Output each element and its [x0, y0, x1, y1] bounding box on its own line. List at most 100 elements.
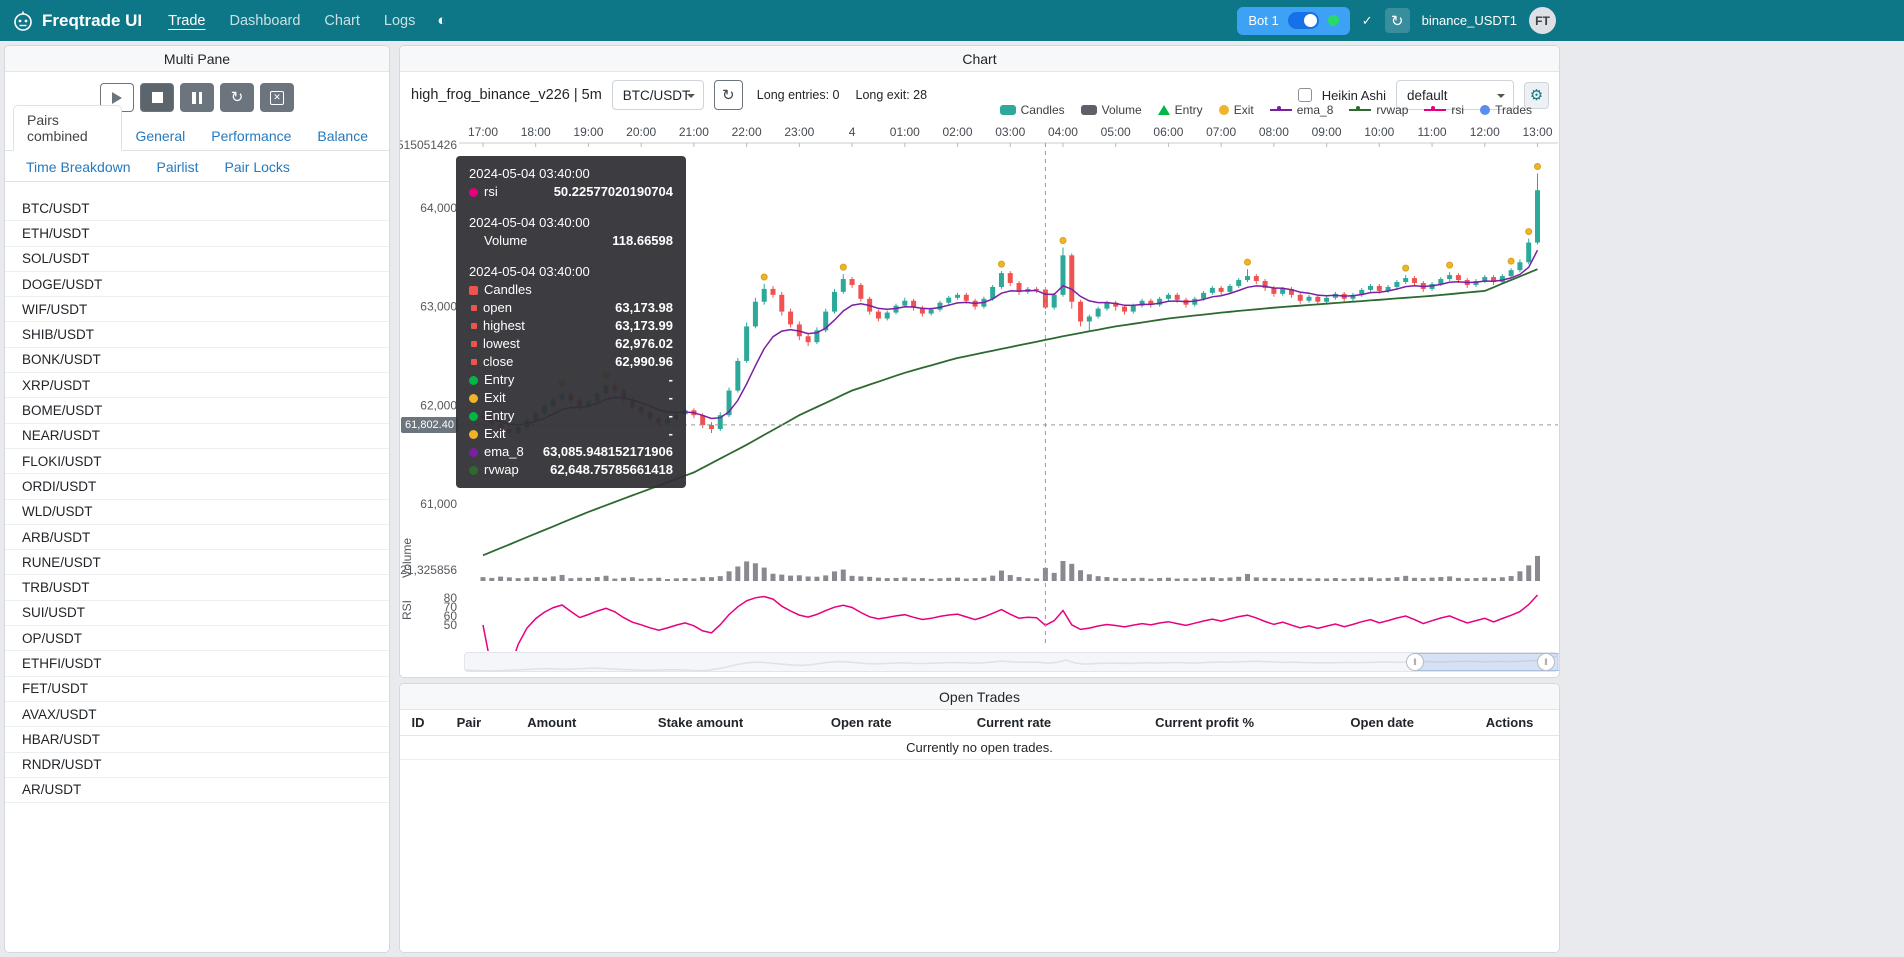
svg-text:13:00: 13:00	[1522, 125, 1552, 139]
user-avatar[interactable]: FT	[1529, 7, 1556, 34]
multi-pane-tabs-row2: Time BreakdownPairlistPair Locks	[5, 151, 389, 182]
legend-item-exit[interactable]: Exit	[1219, 103, 1254, 117]
long-entries-label: Long entries: 0	[757, 88, 840, 102]
tab-time-breakdown[interactable]: Time Breakdown	[13, 153, 144, 181]
zoom-slider-left-handle[interactable]: ‖	[1406, 653, 1424, 671]
svg-text:10:00: 10:00	[1364, 125, 1394, 139]
svg-text:61,000: 61,000	[420, 497, 457, 511]
pair-list-item[interactable]: ETHFI/USDT	[5, 651, 389, 676]
column-header-open-rate: Open rate	[799, 710, 923, 736]
pair-list-item[interactable]: WIF/USDT	[5, 297, 389, 322]
multi-pane-panel: Multi Pane ↻ ✕ Pairs combinedGeneralPerfo…	[4, 45, 390, 953]
account-name: binance_USDT1	[1422, 13, 1517, 28]
pair-list-item[interactable]: RUNE/USDT	[5, 550, 389, 575]
tab-performance[interactable]: Performance	[198, 122, 304, 150]
svg-text:22:00: 22:00	[732, 125, 762, 139]
pair-list-item[interactable]: OP/USDT	[5, 626, 389, 651]
svg-text:01:00: 01:00	[890, 125, 920, 139]
svg-text:11:00: 11:00	[1417, 125, 1446, 139]
bot-toggle-switch[interactable]	[1288, 12, 1319, 29]
pair-list-item[interactable]: BTC/USDT	[5, 196, 389, 221]
tab-pair-locks[interactable]: Pair Locks	[212, 153, 303, 181]
heikin-ashi-label: Heikin Ashi	[1322, 88, 1386, 103]
nav-link-trade[interactable]: Trade	[168, 13, 205, 29]
svg-text:18:00: 18:00	[521, 125, 551, 139]
reload-icon: ↻	[231, 90, 244, 105]
pair-list-item[interactable]: NEAR/USDT	[5, 424, 389, 449]
tab-pairs-combined[interactable]: Pairs combined	[13, 105, 122, 151]
zoom-slider-right-handle[interactable]: ‖	[1537, 653, 1555, 671]
nav-links: Trade Dashboard Chart Logs	[168, 13, 415, 29]
svg-text:4: 4	[849, 125, 856, 139]
stop-bot-button[interactable]	[140, 83, 174, 112]
pair-list-item[interactable]: BOME/USDT	[5, 398, 389, 423]
bot-online-dot	[1328, 15, 1339, 26]
legend-item-candles[interactable]: Candles	[1000, 103, 1065, 117]
pair-list-item[interactable]: ETH/USDT	[5, 221, 389, 246]
strategy-timeframe-label: high_frog_binance_v226 | 5m	[411, 87, 602, 103]
legend-item-ema_8[interactable]: ema_8	[1270, 103, 1334, 117]
reload-bot-button[interactable]: ↻	[1385, 8, 1410, 33]
rsi-legend-icon	[1424, 109, 1446, 111]
pair-list-item[interactable]: TRB/USDT	[5, 575, 389, 600]
chart-panel-title: Chart	[400, 46, 1559, 72]
svg-text:12:00: 12:00	[1470, 125, 1500, 139]
svg-text:23:00: 23:00	[784, 125, 814, 139]
pair-list-item[interactable]: AVAX/USDT	[5, 702, 389, 727]
svg-text:07:00: 07:00	[1206, 125, 1236, 139]
tab-general[interactable]: General	[122, 122, 198, 150]
play-icon	[112, 92, 122, 104]
stop-icon	[152, 92, 163, 103]
pair-list-item[interactable]: FET/USDT	[5, 677, 389, 702]
column-header-pair: Pair	[436, 710, 502, 736]
legend-item-rvwap[interactable]: rvwap	[1349, 103, 1408, 117]
bot-selector-chip[interactable]: Bot 1	[1237, 7, 1349, 35]
pause-bot-button[interactable]	[180, 83, 214, 112]
nav-link-chart[interactable]: Chart	[324, 13, 359, 29]
long-exit-label: Long exit: 28	[856, 88, 928, 102]
pair-list-item[interactable]: XRP/USDT	[5, 373, 389, 398]
heikin-ashi-checkbox[interactable]	[1298, 88, 1312, 102]
chart-tooltip: 2024-05-04 03:40:00rsi50.225770201907042…	[456, 156, 686, 488]
cancel-bot-button[interactable]: ✕	[260, 83, 294, 112]
svg-text:19:00: 19:00	[573, 125, 603, 139]
pair-list-item[interactable]: SUI/USDT	[5, 601, 389, 626]
svg-text:02:00: 02:00	[943, 125, 973, 139]
legend-item-trades[interactable]: Trades	[1480, 103, 1532, 117]
svg-text:64,000: 64,000	[420, 201, 457, 215]
pair-list-item[interactable]: BONK/USDT	[5, 348, 389, 373]
svg-text:Volume: Volume	[400, 538, 414, 578]
svg-text:08:00: 08:00	[1259, 125, 1289, 139]
multi-pane-title: Multi Pane	[5, 46, 389, 72]
pair-list-item[interactable]: RNDR/USDT	[5, 753, 389, 778]
pair-list-item[interactable]: ARB/USDT	[5, 525, 389, 550]
legend-item-rsi[interactable]: rsi	[1424, 103, 1464, 117]
pair-list-item[interactable]: HBAR/USDT	[5, 727, 389, 752]
svg-text:50: 50	[444, 618, 458, 632]
tab-balance[interactable]: Balance	[304, 122, 381, 150]
column-header-stake-amount: Stake amount	[602, 710, 800, 736]
brand: Freqtrade UI	[12, 10, 142, 32]
pair-list-item[interactable]: AR/USDT	[5, 778, 389, 803]
rvwap-legend-icon	[1349, 109, 1371, 111]
zoom-slider[interactable]: ‖ ‖	[464, 652, 1558, 672]
svg-text:06:00: 06:00	[1153, 125, 1183, 139]
pair-list-item[interactable]: WLD/USDT	[5, 500, 389, 525]
open-trades-panel: Open Trades IDPairAmountStake amountOpen…	[399, 683, 1560, 953]
pair-list-item[interactable]: FLOKI/USDT	[5, 449, 389, 474]
theme-toggle-icon[interactable]: ◐	[437, 12, 446, 29]
pair-list-item[interactable]: SHIB/USDT	[5, 322, 389, 347]
open-trades-title: Open Trades	[400, 684, 1559, 710]
pair-list-item[interactable]: SOL/USDT	[5, 247, 389, 272]
pair-list-item[interactable]: DOGE/USDT	[5, 272, 389, 297]
legend-item-entry[interactable]: Entry	[1158, 103, 1203, 117]
nav-link-dashboard[interactable]: Dashboard	[229, 13, 300, 29]
reload-bot-button[interactable]: ↻	[220, 83, 254, 112]
legend-item-volume[interactable]: Volume	[1081, 103, 1142, 117]
tab-pairlist[interactable]: Pairlist	[144, 153, 212, 181]
pair-list-item[interactable]: ORDI/USDT	[5, 474, 389, 499]
svg-text:62,000: 62,000	[420, 398, 457, 412]
nav-link-logs[interactable]: Logs	[384, 13, 415, 29]
volume-legend-icon	[1081, 105, 1097, 115]
column-header-current-rate: Current rate	[923, 710, 1105, 736]
